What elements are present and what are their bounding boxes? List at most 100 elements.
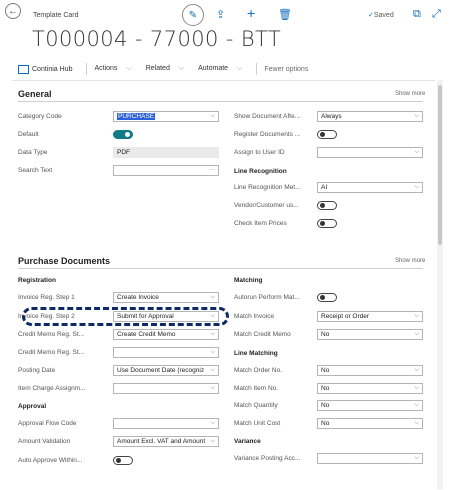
arrow-left-icon: ← (8, 5, 18, 17)
chevron-down-icon: ⌵ (126, 65, 132, 72)
assign-user-field[interactable]: ⌵ (317, 147, 423, 158)
divider (256, 63, 258, 75)
chevron-down-icon: ⌵ (210, 367, 215, 374)
vendor-customer-label: Vendor/Customer us... (234, 202, 299, 209)
auto-approve-label: Auto Approve Within... (18, 457, 83, 464)
breadcrumb: Template Card (33, 12, 79, 19)
vendor-customer-toggle[interactable] (317, 201, 337, 210)
credit-memo-step2-label: Credit Memo Reg. St... (18, 349, 85, 356)
general-show-more[interactable]: Show more (395, 91, 425, 97)
autorun-toggle[interactable] (317, 293, 337, 302)
scrollbar[interactable] (437, 80, 443, 489)
content-panel: General Show more Category Code PURCHASE… (12, 80, 435, 490)
edit-button[interactable]: ✎ (182, 4, 204, 26)
show-document-after-field[interactable]: Always ⌵ (317, 111, 423, 122)
general-section-title[interactable]: General (18, 89, 52, 99)
page-title: T000004 - 77000 - BTT (32, 27, 282, 51)
chevron-down-icon: ⌵ (414, 149, 419, 155)
credit-memo-step1-label: Credit Memo Reg. St... (18, 331, 85, 338)
plus-icon[interactable]: + (247, 5, 255, 21)
trash-icon[interactable]: 🗑 (278, 8, 292, 21)
credit-memo-step2-field[interactable]: ⌵ (113, 347, 219, 358)
invoice-step1-field[interactable]: Create Invoice ⌵ (113, 292, 219, 303)
expand-icon[interactable]: ⤢ (432, 8, 441, 21)
section-divider (18, 101, 423, 102)
section-divider (18, 268, 423, 269)
credit-memo-step1-field[interactable]: Create Credit Memo ⌵ (113, 329, 219, 340)
fewer-options-button[interactable]: Fewer options (264, 66, 308, 73)
register-documents-toggle[interactable] (317, 130, 337, 139)
check-item-prices-label: Check Item Prices (234, 220, 287, 227)
search-text-field[interactable]: ··· (113, 165, 219, 176)
hub-icon (18, 64, 29, 74)
chevron-down-icon: ⌵ (178, 65, 185, 72)
check-item-prices-toggle[interactable] (317, 219, 337, 228)
amount-validation-field[interactable]: Amount Excl. VAT and Amount ⌵ (113, 436, 219, 447)
data-type-label: Data Type (18, 149, 48, 156)
autorun-label: Autorun Perform Mat... (234, 294, 300, 301)
chevron-down-icon: ⌵ (210, 331, 215, 337)
back-button[interactable]: ← (5, 3, 21, 19)
open-new-window-icon[interactable]: ⧉ (413, 8, 421, 21)
highlight-annotation (22, 307, 229, 326)
automate-menu[interactable]: Automate ⌵ (198, 65, 249, 73)
approval-flow-label: Approval Flow Code (18, 420, 77, 427)
chevron-down-icon: ⌵ (414, 113, 419, 119)
assign-user-label: Assign to User ID (234, 149, 285, 156)
amount-validation-label: Amount Validation (18, 438, 71, 445)
actions-menu[interactable]: Actions ⌵ (94, 65, 138, 73)
variance-posting-field[interactable]: ⌵ (317, 453, 423, 464)
match-credit-memo-label: Match Credit Memo (234, 331, 291, 338)
continia-hub-button[interactable]: Continia Hub (18, 64, 79, 74)
match-order-field[interactable]: No ⌵ (317, 365, 423, 376)
line-recognition-heading: Line Recognition (234, 168, 287, 175)
purchase-show-more[interactable]: Show more (395, 258, 425, 264)
purchase-section-title[interactable]: Purchase Documents (18, 256, 110, 266)
match-item-label: Match Item No. (234, 385, 279, 392)
action-bar: Continia Hub Actions ⌵ Related ⌵ Automat… (18, 61, 315, 77)
chevron-down-icon: ⌵ (237, 65, 243, 72)
divider (86, 63, 88, 75)
chevron-down-icon: ⌵ (210, 113, 215, 119)
default-label: Default (18, 131, 39, 138)
chevron-down-icon: ⌵ (414, 313, 419, 319)
match-quantity-field[interactable]: No ⌵ (317, 400, 423, 411)
match-order-label: Match Order No. (234, 367, 283, 374)
default-toggle[interactable] (113, 130, 133, 139)
item-charge-label: Item Charge Assignm... (18, 385, 86, 392)
match-quantity-label: Match Quantity (234, 402, 278, 409)
show-document-after-label: Show Document Afte... (234, 113, 301, 120)
variance-heading: Variance (234, 438, 261, 445)
scrollbar-thumb[interactable] (438, 85, 442, 245)
line-recognition-method-field[interactable]: AI ⌵ (317, 182, 423, 193)
chevron-down-icon: ⌵ (210, 349, 215, 355)
line-matching-heading: Line Matching (234, 350, 278, 357)
registration-heading: Registration (18, 277, 56, 284)
chevron-down-icon: ⌵ (414, 455, 419, 461)
item-charge-field[interactable]: ⌵ (113, 383, 219, 394)
chevron-down-icon: ⌵ (414, 331, 419, 337)
chevron-down-icon: ⌵ (210, 438, 215, 445)
match-unit-cost-field[interactable]: No ⌵ (317, 418, 423, 429)
chevron-down-icon: ⌵ (414, 420, 419, 426)
category-code-label: Category Code (18, 113, 62, 120)
share-icon[interactable]: ⇪ (216, 8, 225, 21)
approval-flow-field[interactable]: ⌵ (113, 418, 219, 429)
match-credit-memo-field[interactable]: No ⌵ (317, 329, 423, 340)
saved-status: ✓Saved (368, 12, 394, 19)
match-item-field[interactable]: No ⌵ (317, 383, 423, 394)
chevron-down-icon: ⌵ (210, 385, 215, 391)
posting-date-label: Posting Date (18, 367, 56, 374)
chevron-down-icon: ⌵ (414, 184, 419, 190)
category-code-field[interactable]: PURCHASE ⌵ (113, 111, 219, 122)
related-menu[interactable]: Related ⌵ (146, 65, 191, 73)
posting-date-field[interactable]: Use Document Date (recogniz ⌵ (113, 365, 219, 376)
chevron-down-icon: ⌵ (210, 294, 215, 300)
match-invoice-field[interactable]: Receipt or Order ⌵ (317, 311, 423, 322)
data-type-field: PDF (113, 147, 219, 158)
chevron-down-icon: ⌵ (414, 367, 419, 373)
pencil-icon: ✎ (188, 9, 198, 21)
auto-approve-toggle[interactable] (113, 456, 133, 465)
search-text-label: Search Text (18, 167, 53, 174)
chevron-down-icon: ⌵ (414, 385, 419, 391)
